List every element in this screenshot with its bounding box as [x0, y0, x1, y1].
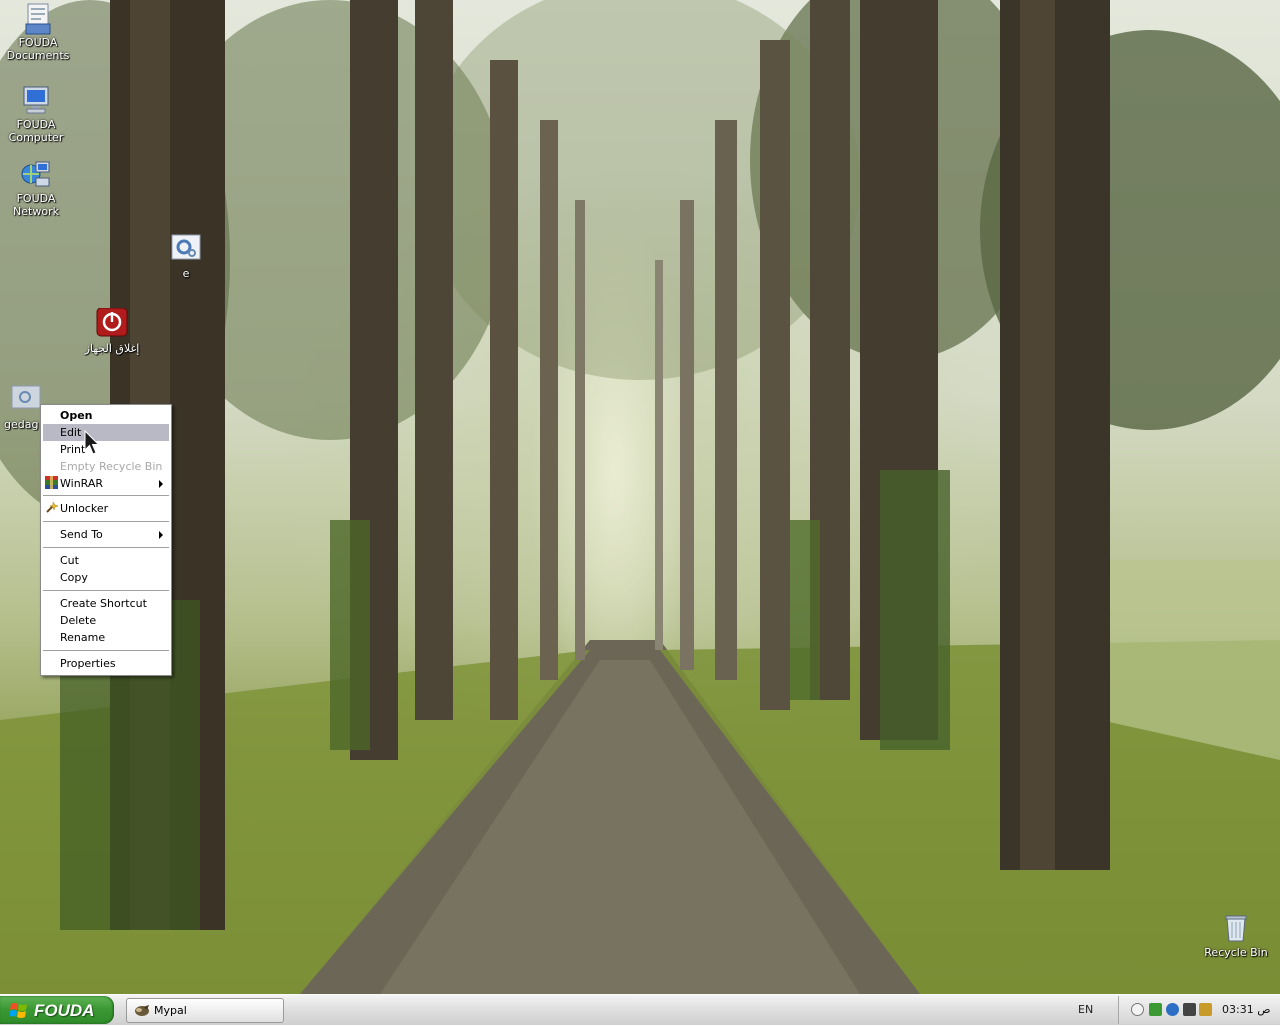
menu-separator [43, 590, 169, 591]
menu-item-delete[interactable]: Delete [43, 612, 169, 629]
power-icon [96, 307, 128, 340]
menu-item-label: Create Shortcut [60, 597, 147, 610]
context-menu: Open Edit Print Empty Recycle Bin WinRAR [40, 404, 172, 676]
submenu-arrow-icon [159, 480, 163, 488]
menu-item-label: WinRAR [60, 477, 104, 490]
tray-tools-icon[interactable] [1199, 1003, 1212, 1016]
taskbar: FOUDA Mypal EN 03:31 ص [0, 994, 1280, 1025]
menu-item-label: Print [60, 443, 86, 456]
desktop-icon-label: FOUDA [16, 118, 56, 131]
wallpaper [0, 0, 1280, 994]
desktop-icon-label: e [182, 267, 190, 280]
network-icon [20, 158, 52, 190]
menu-item-unlocker[interactable]: Unlocker [43, 500, 169, 517]
desktop-icon-label: إغلاق الجهاز [84, 342, 140, 355]
menu-item-label: Unlocker [60, 502, 109, 515]
menu-item-winrar[interactable]: WinRAR [43, 475, 169, 492]
settings-file-icon [170, 233, 202, 265]
desktop-icon-fouda-computer[interactable]: FOUDA Computer [0, 84, 74, 144]
desktop-icon-label: Documents [6, 49, 70, 62]
menu-separator [43, 547, 169, 548]
desktop-icon-label: Network [13, 205, 59, 218]
menu-item-open[interactable]: Open [43, 407, 169, 424]
unlocker-wand-icon [45, 501, 59, 514]
tray-security-shield-icon[interactable] [1149, 1003, 1162, 1016]
menu-item-cut[interactable]: Cut [43, 552, 169, 569]
tray-network-icon[interactable] [1166, 1003, 1179, 1016]
menu-item-edit[interactable]: Edit [43, 424, 169, 441]
documents-folder-icon [22, 2, 54, 35]
tray-volume-icon[interactable] [1183, 1003, 1196, 1016]
desktop-icon-recycle-bin[interactable]: Recycle Bin [1198, 912, 1274, 959]
tray-collapse-icon[interactable] [1131, 1003, 1144, 1016]
desktop-icon-shutdown[interactable]: إغلاق الجهاز [74, 307, 150, 355]
menu-item-copy[interactable]: Copy [43, 569, 169, 586]
language-indicator[interactable]: EN [1078, 1003, 1093, 1016]
start-label: FOUDA [34, 1001, 95, 1020]
clock[interactable]: 03:31 ص [1222, 1003, 1271, 1016]
desktop-icon-e[interactable]: e [148, 233, 224, 280]
menu-item-print[interactable]: Print [43, 441, 169, 458]
menu-item-create-shortcut[interactable]: Create Shortcut [43, 595, 169, 612]
desktop-icon-label: Recycle Bin [1204, 946, 1268, 959]
windows-flag-icon [9, 1002, 28, 1019]
desktop-icon-label: FOUDA [16, 192, 56, 205]
desktop[interactable]: FOUDA Documents FOUDA Computer FOUDA Net… [0, 0, 1280, 994]
settings-file-icon [10, 384, 42, 416]
menu-item-label: Copy [60, 571, 88, 584]
desktop-icon-fouda-network[interactable]: FOUDA Network [0, 158, 74, 218]
menu-item-empty-recycle-bin: Empty Recycle Bin [43, 458, 169, 475]
recycle-bin-icon [1220, 912, 1252, 944]
taskbar-button-mypal[interactable]: Mypal [126, 998, 284, 1023]
desktop-icon-label: Computer [8, 131, 64, 144]
menu-separator [43, 650, 169, 651]
menu-separator [43, 521, 169, 522]
menu-item-label: Rename [60, 631, 106, 644]
taskbar-button-label: Mypal [154, 1004, 187, 1017]
computer-icon [20, 84, 52, 116]
menu-item-label: Properties [60, 657, 116, 670]
menu-item-properties[interactable]: Properties [43, 655, 169, 672]
menu-item-send-to[interactable]: Send To [43, 526, 169, 543]
menu-item-label: Send To [60, 528, 103, 541]
menu-item-rename[interactable]: Rename [43, 629, 169, 646]
menu-separator [43, 495, 169, 496]
desktop-icon-fouda-documents[interactable]: FOUDA Documents [0, 2, 76, 62]
start-button[interactable]: FOUDA [0, 996, 114, 1024]
menu-item-label: Delete [60, 614, 97, 627]
menu-item-label: Cut [60, 554, 79, 567]
menu-item-label: Open [60, 409, 93, 422]
mypal-app-icon [134, 1003, 150, 1017]
menu-item-label: Edit [60, 426, 82, 439]
mouse-pointer-icon [84, 430, 100, 455]
winrar-icon [45, 476, 58, 489]
submenu-arrow-icon [159, 531, 163, 539]
menu-item-label: Empty Recycle Bin [60, 460, 163, 473]
